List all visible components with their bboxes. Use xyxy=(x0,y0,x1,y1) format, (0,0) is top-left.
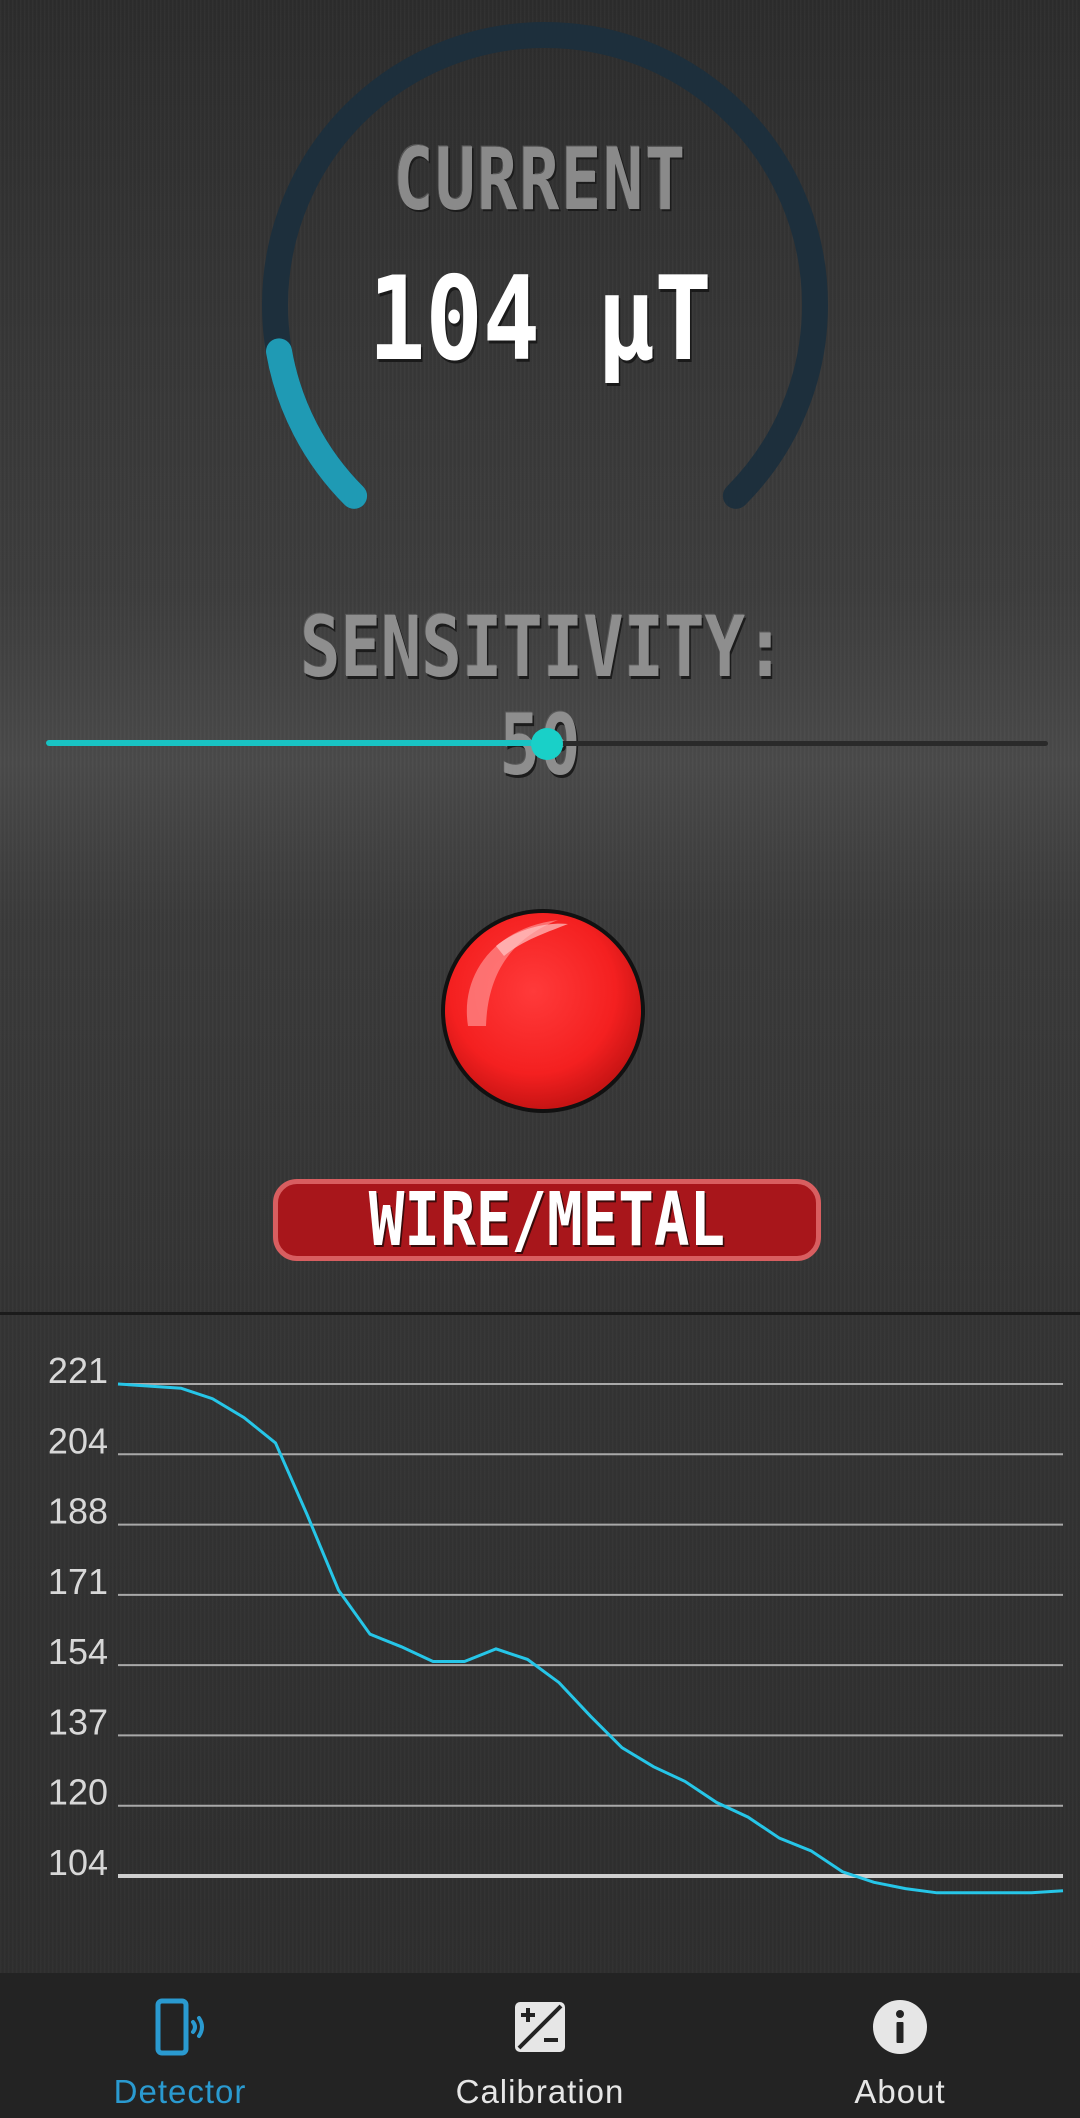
calibration-icon xyxy=(515,2002,565,2052)
y-tick-label: 154 xyxy=(48,1631,108,1672)
phone-signal-icon xyxy=(155,1998,204,2056)
sensitivity-slider[interactable] xyxy=(46,728,1048,760)
field-history-chart: 221 204 188 171 154 137 120 104 xyxy=(48,1350,1064,1895)
slider-thumb[interactable] xyxy=(531,728,563,760)
nav-detector[interactable]: Detector xyxy=(0,1973,360,2118)
nav-calibration-label: Calibration xyxy=(455,2073,625,2110)
sensitivity-label: SENSITIVITY: 50 xyxy=(300,598,786,794)
detection-label: WIRE/METAL xyxy=(368,1177,726,1263)
y-tick-label: 104 xyxy=(48,1842,108,1883)
y-tick-label: 171 xyxy=(48,1561,108,1602)
detection-badge: WIRE/METAL xyxy=(273,1179,821,1261)
nav-detector-label: Detector xyxy=(113,2073,247,2110)
y-tick-label: 120 xyxy=(48,1772,108,1813)
nav-about[interactable]: About xyxy=(720,1973,1080,2118)
chart-y-labels: 221 204 188 171 154 137 120 104 xyxy=(48,1350,108,1883)
slider-fill xyxy=(46,740,547,746)
info-icon xyxy=(873,2000,927,2054)
red-led-icon xyxy=(441,909,645,1113)
nav-about-label: About xyxy=(854,2073,946,2110)
bottom-navigation: Detector Calibration About xyxy=(0,1973,1080,2118)
y-tick-label: 188 xyxy=(48,1491,108,1532)
y-tick-label: 221 xyxy=(48,1350,108,1391)
chart-grid xyxy=(118,1383,1063,1878)
series-line xyxy=(117,1382,1064,1895)
current-reading: 104 μT xyxy=(368,252,712,387)
nav-calibration[interactable]: Calibration xyxy=(360,1973,720,2118)
gauge-title: CURRENT xyxy=(393,130,687,230)
y-tick-label: 137 xyxy=(48,1701,108,1742)
y-tick-label: 204 xyxy=(48,1420,108,1461)
